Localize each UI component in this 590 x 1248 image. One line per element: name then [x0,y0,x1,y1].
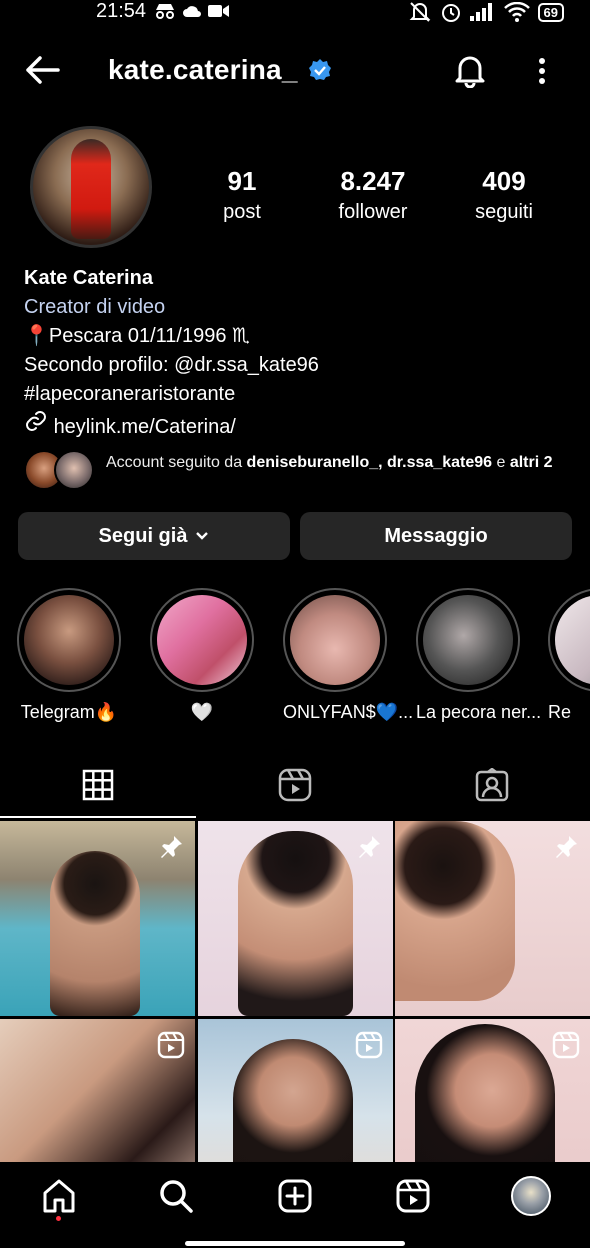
tagged-icon [475,768,509,802]
stat-value: 8.247 [340,166,406,196]
bio-link-text: heylink.me/Caterina/ [53,416,236,438]
reel-icon [157,1031,185,1059]
create-icon [278,1179,312,1213]
profile-bio: Kate Caterina Creator di video 📍Pescara … [24,264,564,442]
video-icon [208,5,229,17]
home-icon [43,1179,75,1213]
pin-icon [556,836,577,858]
nav-home[interactable] [39,1176,79,1216]
highlight-label: 🤍 [190,702,214,722]
pin-icon [359,836,380,858]
bio-line-location: 📍Pescara 01/11/1996 ♏ [24,325,250,347]
chevron-down-icon [196,532,209,540]
grid-post[interactable] [198,821,393,1016]
alarm-icon [441,4,460,22]
highlight-cover [157,595,247,685]
reel-icon [552,1031,580,1059]
highlight-la-pecora[interactable]: La pecora ner... [416,588,542,723]
stat-label: follower [338,201,408,223]
status-left-icons [154,3,230,19]
highlight-label: ONLYFAN$💙... [283,702,414,722]
highlight-cover [555,595,590,685]
pin-icon [161,836,182,858]
clock: 21:54 [96,0,147,22]
nav-profile[interactable] [511,1176,551,1216]
bio-link[interactable]: heylink.me/Caterina/ [24,409,564,442]
message-button-label: Messaggio [384,524,488,547]
reel-icon [355,1031,383,1059]
mutual-avatar [54,450,94,490]
notification-dot [56,1216,61,1221]
highlight-label: La pecora ner... [416,702,542,722]
bio-line-hashtag[interactable]: #lapecoraneraristorante [24,380,564,409]
status-right-icons: 69 [408,1,564,23]
gesture-bar [185,1241,405,1246]
mutual-followers-text: Account seguito da deniseburanello_, dr.… [106,454,553,471]
verified-badge-icon [309,59,331,80]
grid-icon [82,769,114,801]
display-name: Kate Caterina [24,267,153,289]
tab-posts-grid[interactable] [0,752,196,818]
reels-icon [278,768,312,802]
wifi-icon [503,2,530,22]
following-button-label: Segui già [98,524,188,547]
mutual-followers[interactable]: Account seguito da deniseburanello_, dr.… [24,450,564,494]
profile-username: kate.caterina_ [108,54,298,85]
more-options-icon[interactable] [530,56,554,86]
status-bar: 21:54 69 [0,0,590,26]
battery-indicator: 69 [537,2,564,22]
nav-reels[interactable] [393,1176,433,1216]
stat-following[interactable]: 409 seguiti [444,166,564,224]
link-icon [26,411,46,431]
stat-label: seguiti [475,201,533,223]
highlight-telegram[interactable]: Telegram🔥 [17,588,121,723]
bottom-navigation [0,1162,590,1248]
highlight-cover [24,595,114,685]
profile-category: Creator di video [24,296,166,318]
tab-reels[interactable] [197,752,393,818]
reels-icon [396,1179,430,1213]
notification-bell-icon[interactable] [452,52,488,88]
bio-line-second-profile: Secondo profilo: @dr.ssa_kate96 [24,354,319,376]
grid-post[interactable] [395,821,590,1016]
highlight-label: Re [548,702,572,722]
profile-header: kate.caterina_ [0,44,590,100]
incognito-icon [156,4,174,19]
message-button[interactable]: Messaggio [300,512,572,560]
stat-followers[interactable]: 8.247 follower [313,166,433,224]
highlight-label: Telegram🔥 [20,702,118,722]
profile-avatar[interactable] [30,126,152,248]
nav-search[interactable] [156,1176,196,1216]
stat-label: post [223,201,261,223]
search-icon [160,1180,193,1213]
highlight-cover [423,595,513,685]
stat-posts[interactable]: 91 post [182,166,302,224]
highlight-partial[interactable]: Re [548,588,590,723]
signal-icon [469,3,492,21]
grid-post[interactable] [0,821,195,1016]
highlight-cover [290,595,380,685]
active-tab-indicator [0,816,196,818]
following-button[interactable]: Segui già [18,512,290,560]
cloud-icon [183,6,201,17]
stat-value: 91 [227,166,257,196]
back-arrow-icon[interactable] [22,54,62,86]
profile-avatar [511,1176,551,1216]
highlight-onlyfans[interactable]: ONLYFAN$💙... [283,588,414,723]
profile-tabs [0,752,590,818]
nav-create[interactable] [275,1176,315,1216]
tab-tagged[interactable] [394,752,590,818]
highlight-heart[interactable]: 🤍 [150,588,254,723]
mute-icon [409,2,430,22]
stat-value: 409 [482,166,526,196]
